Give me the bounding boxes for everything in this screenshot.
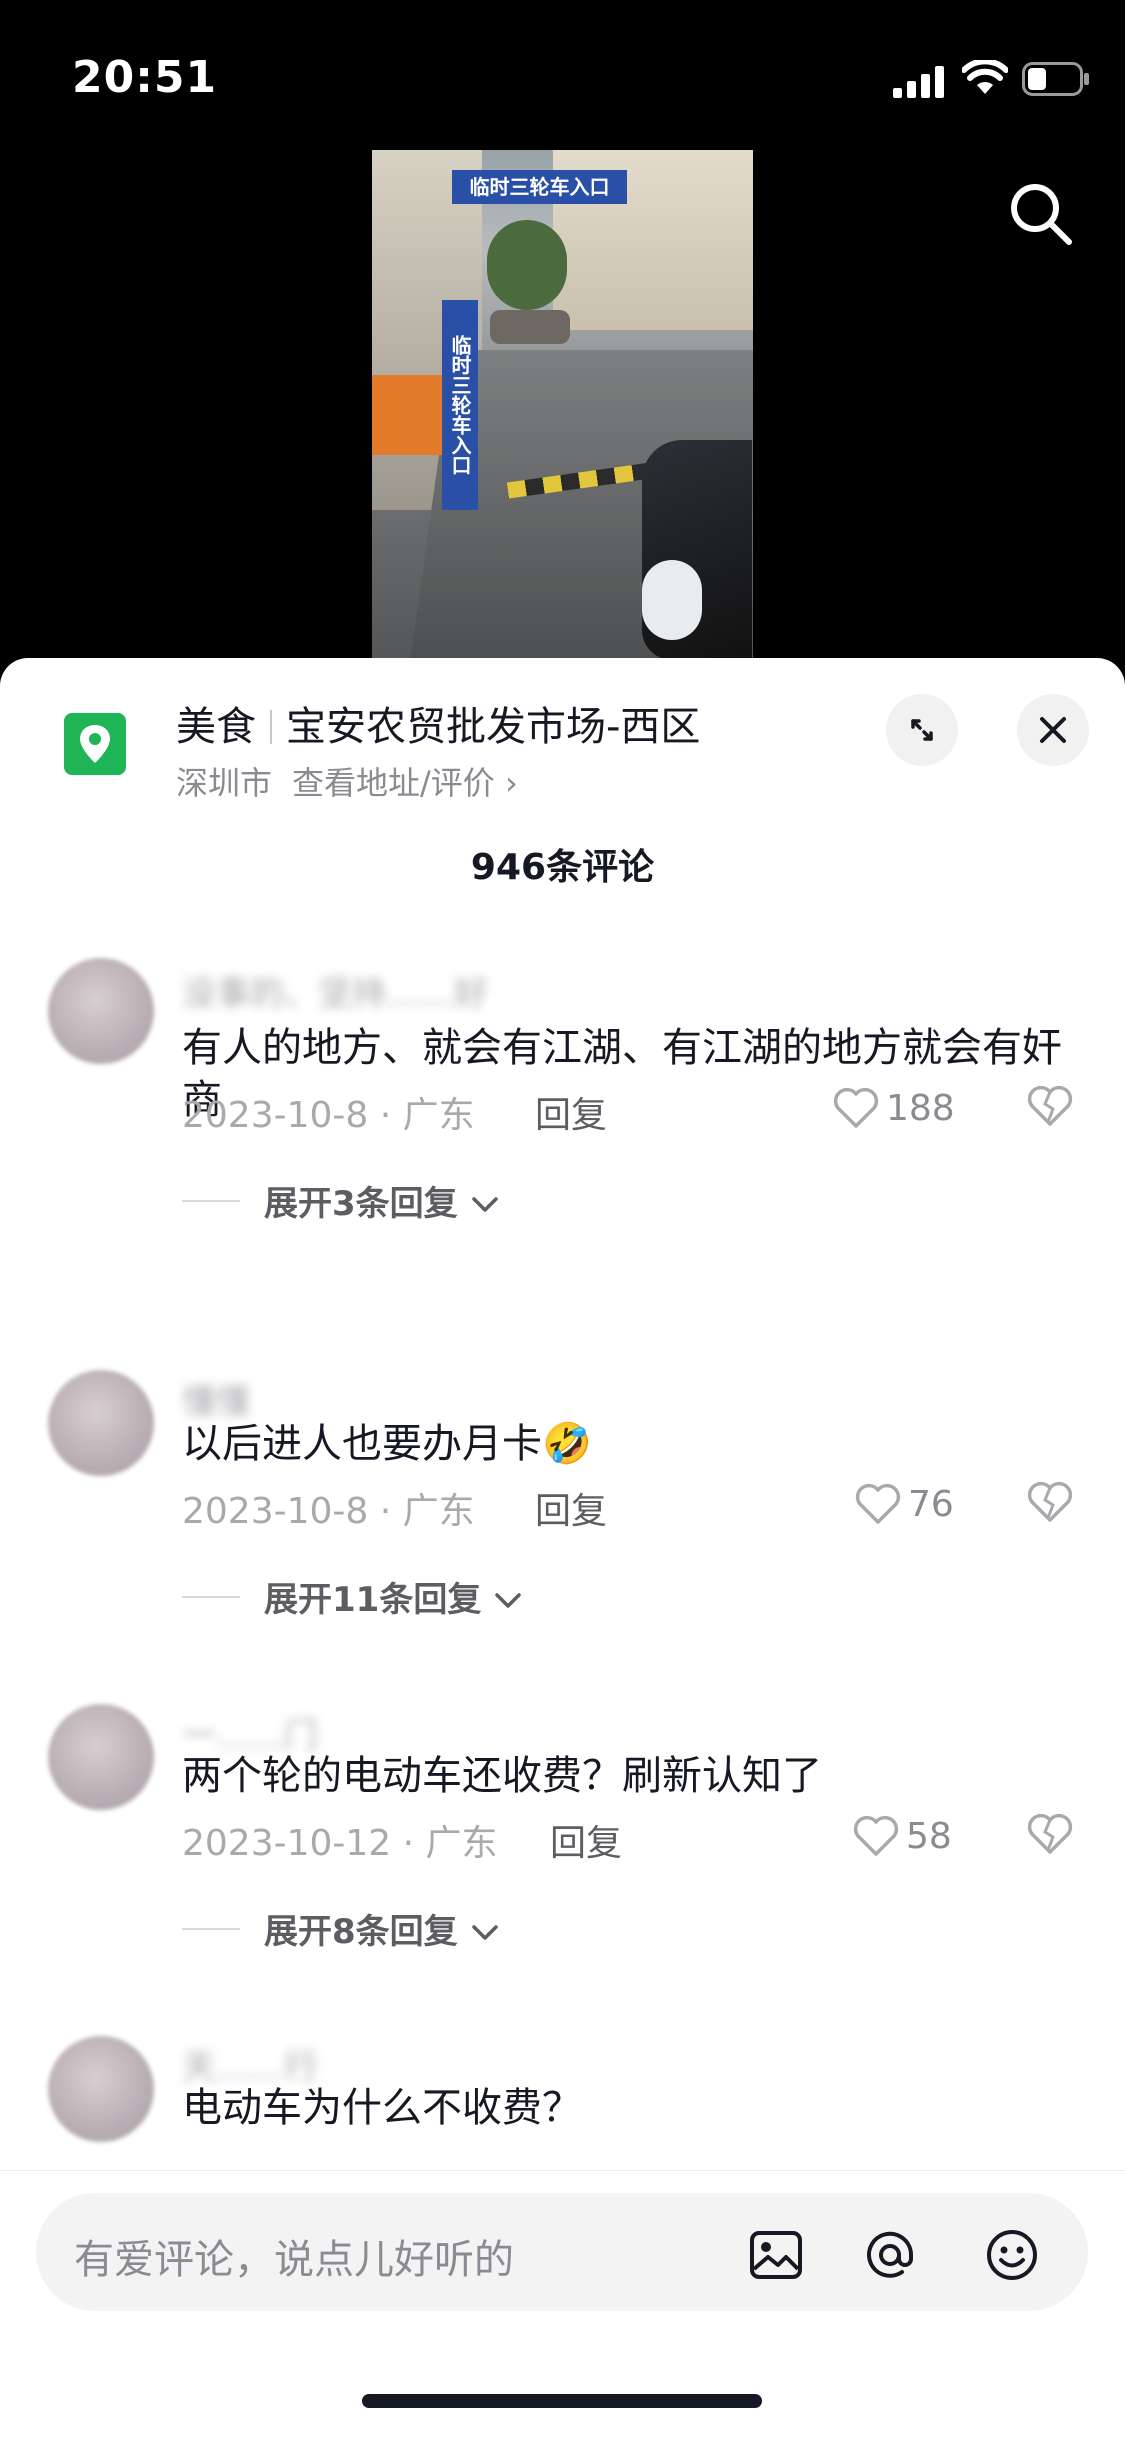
like-button[interactable]: 76 [854, 1482, 954, 1526]
reply-button[interactable]: 回复 [535, 1482, 607, 1534]
comment-input-bar: 有爱评论，说点儿好听的 [0, 2170, 1125, 2437]
poi-city: 深圳市 [176, 764, 273, 802]
like-count: 76 [908, 1484, 954, 1525]
at-icon[interactable] [862, 2227, 918, 2283]
expand-icon [911, 719, 933, 741]
video-sign-banner: 临时三轮车入口 [452, 170, 627, 204]
dislike-icon[interactable] [1026, 1480, 1074, 1524]
like-button[interactable]: 58 [852, 1814, 952, 1858]
comment-text[interactable]: 电动车为什么不收费？ [182, 2082, 1062, 2134]
wifi-icon [962, 60, 1008, 94]
location-pin-icon[interactable] [64, 713, 126, 775]
comment-text[interactable]: 以后进人也要办月卡🤣 [182, 1418, 1062, 1470]
poi-name: 宝安农贸批发市场-西区 [286, 704, 701, 750]
chevron-down-icon [495, 1593, 521, 1608]
heart-icon [833, 1087, 879, 1128]
close-button[interactable] [1017, 694, 1089, 766]
comment-username[interactable]: 懂懂 [182, 1374, 250, 1423]
expand-replies-label: 展开8条回复 [264, 1912, 458, 1952]
like-button[interactable]: 188 [832, 1086, 955, 1130]
poi-link[interactable]: 查看地址/评价 › [292, 764, 518, 802]
chevron-down-icon [471, 1925, 498, 1940]
video-player[interactable]: 临时三轮车入口 临时三轮车入口 [372, 150, 753, 660]
divider [182, 1200, 240, 1202]
video-sign-pole: 临时三轮车入口 [442, 300, 478, 510]
comment-date: 2023-10-8 · 广东 [182, 1095, 475, 1136]
chevron-down-icon [471, 1197, 498, 1212]
status-bar: 20:51 [0, 0, 1125, 150]
dislike-icon[interactable] [1026, 1812, 1074, 1856]
poi-title[interactable]: 美食 宝安农贸批发市场-西区 [176, 694, 700, 752]
avatar[interactable] [48, 1370, 154, 1476]
home-indicator[interactable] [362, 2394, 762, 2408]
avatar[interactable] [48, 958, 154, 1064]
expand-button[interactable] [886, 694, 958, 766]
reply-button[interactable]: 回复 [535, 1086, 607, 1138]
expand-replies-label: 展开3条回复 [264, 1184, 458, 1224]
comment-date: 2023-10-12 · 广东 [182, 1823, 498, 1864]
avatar[interactable] [48, 1704, 154, 1810]
comment-input-placeholder: 有爱评论，说点儿好听的 [74, 2237, 514, 2283]
divider [182, 1928, 240, 1930]
comment-date: 2023-10-8 · 广东 [182, 1491, 475, 1532]
search-icon[interactable] [1005, 178, 1075, 248]
status-time: 20:51 [72, 52, 218, 103]
poi-subtitle: 深圳市 查看地址/评价 › [176, 758, 518, 804]
heart-icon [853, 1815, 899, 1856]
divider [182, 1596, 240, 1598]
dislike-icon[interactable] [1026, 1084, 1074, 1128]
like-count: 188 [886, 1088, 955, 1129]
comment-text[interactable]: 两个轮的电动车还收费？刷新认知了 [182, 1750, 1062, 1802]
image-icon[interactable] [748, 2227, 804, 2283]
comment-input[interactable]: 有爱评论，说点儿好听的 [36, 2193, 1088, 2311]
reply-button[interactable]: 回复 [550, 1814, 622, 1866]
battery-icon [1022, 62, 1089, 96]
like-count: 58 [906, 1816, 952, 1857]
heart-icon [855, 1483, 901, 1524]
divider [270, 710, 272, 744]
poi-category: 美食 [176, 704, 256, 750]
expand-replies-label: 展开11条回复 [264, 1580, 482, 1620]
emoji-icon[interactable] [984, 2227, 1040, 2283]
comment-username[interactable]: 没事的、坚持……好 [182, 966, 488, 1015]
signal-icon [893, 66, 944, 98]
avatar[interactable] [48, 2036, 154, 2142]
close-icon [1040, 717, 1066, 743]
comment-count: 946条评论 [470, 847, 655, 888]
